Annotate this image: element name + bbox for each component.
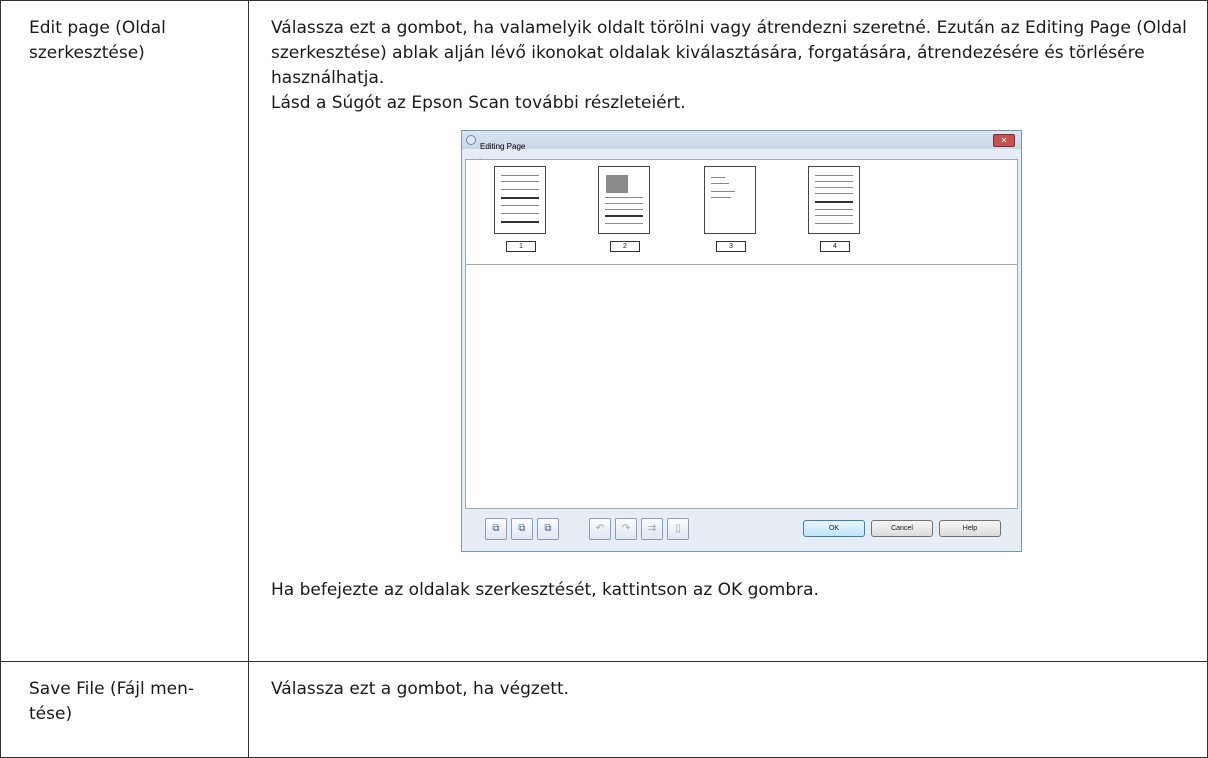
page-number: 3: [716, 241, 746, 252]
page-thumbnail[interactable]: [704, 166, 756, 234]
cancel-button[interactable]: Cancel: [871, 520, 933, 537]
select-all-icon[interactable]: ⧉: [537, 518, 559, 540]
row-label-cell: Edit page (Oldal szerkesztése): [0, 0, 249, 662]
rotate-left-icon[interactable]: ↶: [589, 518, 611, 540]
dialog-toolbar: ⧉ ⧉ ⧉ ↶ ↷ ⇉ ▯ OK Cancel Help: [465, 510, 1018, 548]
after-text: Ha befejezte az oldalak szerkesztését, k…: [271, 580, 819, 600]
row-desc-cell: Válassza ezt a gombot, ha végzett.: [248, 661, 1208, 758]
page-number: 4: [820, 241, 850, 252]
dialog-titlebar: Editing Page ✕: [462, 131, 1021, 151]
rotate-right-icon[interactable]: ↷: [615, 518, 637, 540]
select-even-icon[interactable]: ⧉: [511, 518, 533, 540]
ok-button[interactable]: OK: [803, 520, 865, 537]
page-number: 2: [610, 241, 640, 252]
row-label-cell: Save File (Fájl men-tése): [0, 661, 249, 758]
row-desc-cell: Válassza ezt a gombot, ha valamelyik old…: [248, 0, 1208, 662]
app-icon: [466, 135, 476, 145]
page-thumbnail[interactable]: [598, 166, 650, 234]
help-note: Lásd a Súgót az Epson Scan további részl…: [271, 93, 686, 113]
description-text: Válassza ezt a gombot, ha valamelyik old…: [271, 18, 1187, 88]
editing-page-dialog-screenshot: Editing Page ✕ Total Pages 4 1: [461, 130, 1022, 552]
row-label: Save File (Fájl men-tése): [29, 679, 195, 724]
description-text: Válassza ezt a gombot, ha végzett.: [271, 679, 570, 699]
doc-table: Edit page (Oldal szerkesztése) Válassza …: [0, 0, 1208, 758]
row-label: Edit page (Oldal szerkesztése): [29, 18, 166, 63]
thumbnail-area: 1 2 3 4: [465, 159, 1018, 266]
close-icon[interactable]: ✕: [993, 134, 1015, 147]
page-thumbnail[interactable]: [494, 166, 546, 234]
table-row: Save File (Fájl men-tése) Válassza ezt a…: [0, 661, 1208, 758]
select-odd-icon[interactable]: ⧉: [485, 518, 507, 540]
page-edit-area: [465, 264, 1018, 509]
help-button[interactable]: Help: [939, 520, 1001, 537]
page-thumbnail[interactable]: [808, 166, 860, 234]
page-number: 1: [506, 241, 536, 252]
table-row: Edit page (Oldal szerkesztése) Válassza …: [0, 0, 1208, 662]
reorder-icon[interactable]: ⇉: [641, 518, 663, 540]
delete-icon[interactable]: ▯: [667, 518, 689, 540]
